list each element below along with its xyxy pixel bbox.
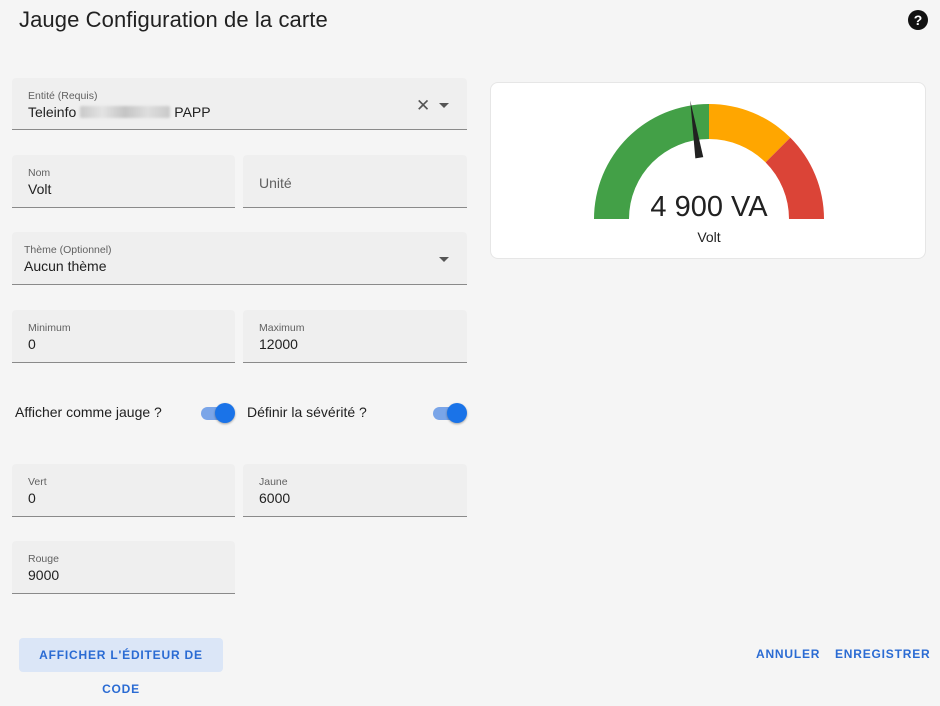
yellow-threshold-field[interactable]: Jaune 6000: [243, 464, 467, 517]
switch-thumb: [447, 403, 467, 423]
unit-field[interactable]: Unité: [243, 155, 467, 208]
redacted-text: [80, 106, 171, 118]
define-severity-label: Définir la sévérité ?: [247, 404, 367, 420]
minimum-label: Minimum: [28, 322, 71, 334]
show-as-gauge-switch[interactable]: [199, 403, 235, 423]
entity-value-suffix: PAPP: [174, 104, 211, 120]
maximum-label: Maximum: [259, 322, 305, 334]
maximum-value: 12000: [259, 336, 298, 352]
entity-value-prefix: Teleinfo: [28, 104, 77, 120]
name-label: Nom: [28, 167, 51, 179]
define-severity-switch[interactable]: [431, 403, 467, 423]
yellow-threshold-value: 6000: [259, 490, 291, 506]
entity-value: Teleinfo PAPP: [28, 104, 211, 120]
name-field[interactable]: Nom Volt: [12, 155, 235, 208]
minimum-field[interactable]: Minimum 0: [12, 310, 235, 363]
show-as-gauge-label: Afficher comme jauge ?: [15, 404, 162, 420]
close-icon[interactable]: ✕: [416, 96, 430, 116]
red-threshold-field[interactable]: Rouge 9000: [12, 541, 235, 594]
show-code-editor-button[interactable]: AFFICHER L'ÉDITEUR DE CODE: [19, 638, 223, 696]
arrow-drop-down-icon[interactable]: [439, 103, 449, 108]
theme-label: Thème (Optionnel): [24, 244, 112, 256]
switch-thumb: [215, 403, 235, 423]
gauge-preview-card: 4 900 VA Volt: [490, 82, 926, 259]
unit-placeholder: Unité: [259, 175, 292, 191]
minimum-value: 0: [28, 336, 36, 352]
name-value: Volt: [28, 181, 52, 197]
yellow-threshold-label: Jaune: [259, 476, 288, 488]
theme-value: Aucun thème: [24, 258, 107, 274]
dialog-title: Jauge Configuration de la carte: [19, 7, 328, 32]
save-button[interactable]: ENREGISTRER: [835, 647, 930, 661]
red-threshold-value: 9000: [28, 567, 60, 583]
maximum-field[interactable]: Maximum 12000: [243, 310, 467, 363]
help-icon[interactable]: ?: [908, 10, 928, 30]
green-threshold-field[interactable]: Vert 0: [12, 464, 235, 517]
gauge-value: 4 900 VA: [650, 191, 768, 223]
red-threshold-label: Rouge: [28, 553, 59, 565]
arrow-drop-down-icon[interactable]: [439, 257, 449, 262]
entity-picker[interactable]: Entité (Requis) Teleinfo PAPP ✕: [12, 78, 467, 130]
green-threshold-value: 0: [28, 490, 36, 506]
green-threshold-label: Vert: [28, 476, 47, 488]
entity-label: Entité (Requis): [28, 90, 98, 102]
cancel-button[interactable]: ANNULER: [756, 647, 820, 661]
theme-select[interactable]: Thème (Optionnel) Aucun thème: [12, 232, 467, 285]
gauge-name: Volt: [697, 229, 721, 245]
